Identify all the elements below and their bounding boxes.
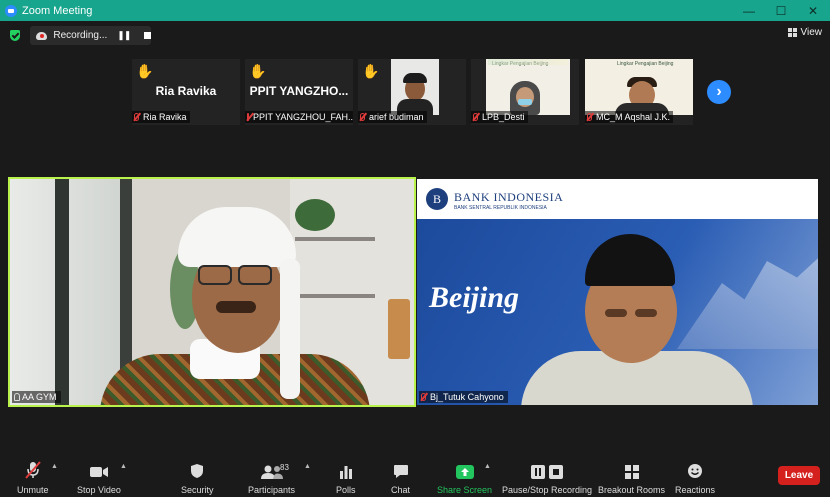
stop-video-button[interactable]: Stop Video	[77, 461, 121, 495]
participant-name-tag: AA GYM	[12, 391, 61, 403]
participant-thumbnail[interactable]: ✋ Ria Ravika Ria Ravika	[132, 59, 240, 125]
next-page-arrow-icon[interactable]: ›	[707, 80, 731, 104]
raised-hand-icon: ✋	[362, 63, 380, 79]
pause-stop-recording-icon	[531, 461, 564, 479]
view-label: View	[800, 27, 823, 38]
participants-count: 83	[280, 463, 289, 472]
recording-indicator: Recording... ❚❚	[30, 26, 151, 45]
stop-recording-icon[interactable]	[144, 32, 151, 39]
muted-mic-icon	[247, 113, 249, 121]
pause-recording-icon[interactable]: ❚❚	[117, 30, 131, 41]
participants-button[interactable]: 83 Participants	[248, 461, 295, 495]
pin-icon	[14, 393, 20, 401]
unmute-button[interactable]: Unmute	[17, 461, 49, 495]
participant-name-tag: Ria Ravika	[132, 111, 190, 123]
bank-logo-icon: B	[426, 188, 448, 210]
participant-video	[391, 59, 439, 115]
muted-mic-icon	[421, 393, 426, 401]
chat-bubble-icon	[393, 461, 409, 479]
breakout-rooms-button[interactable]: Breakout Rooms	[598, 461, 665, 495]
smiley-face-icon	[687, 461, 703, 479]
security-button[interactable]: Security	[181, 461, 214, 495]
participant-display-name: Ria Ravika	[155, 84, 217, 98]
grid-view-icon	[787, 28, 797, 37]
leave-button[interactable]: Leave	[778, 466, 820, 485]
participant-name-tag: PPIT YANGZHOU_FAH...	[245, 111, 353, 123]
pause-stop-recording-button[interactable]: Pause/Stop Recording	[502, 461, 592, 495]
zoom-logo-icon	[5, 4, 17, 17]
encryption-shield-icon[interactable]	[10, 30, 20, 41]
polls-icon	[339, 461, 353, 479]
title-bar: Zoom Meeting — ☐ ✕	[0, 0, 830, 21]
video-options-caret-icon[interactable]: ▲	[120, 463, 127, 470]
participant-name-tag: LPB_Desti	[471, 111, 528, 123]
participant-thumbnail[interactable]: Lingkar Pengajian Beijing LPB_Desti	[471, 59, 579, 125]
share-options-caret-icon[interactable]: ▲	[484, 463, 491, 470]
raised-hand-icon: ✋	[249, 63, 267, 79]
bank-name: BANK INDONESIA	[454, 190, 564, 204]
participant-thumbnail[interactable]: ✋ PPIT YANGZHO... PPIT YANGZHOU_FAH...	[245, 59, 353, 125]
reactions-button[interactable]: Reactions	[675, 461, 715, 495]
maximize-icon[interactable]: ☐	[764, 0, 798, 21]
speaker-video-tile[interactable]: AA GYM	[8, 177, 416, 407]
participant-thumbnail[interactable]: ✋ arief budiman	[358, 59, 466, 125]
participant-name-tag: MC_M Aqshal J.K.	[585, 111, 674, 123]
security-shield-icon	[190, 461, 204, 479]
raised-hand-icon: ✋	[136, 63, 154, 79]
minimize-icon[interactable]: —	[732, 0, 766, 21]
breakout-rooms-icon	[624, 461, 639, 479]
participant-video: Lingkar Pengajian Beijing	[585, 59, 693, 117]
participant-video-tile[interactable]: B BANK INDONESIA BANK SENTRAL REPUBLIK I…	[417, 179, 818, 405]
participant-display-name: PPIT YANGZHO...	[249, 84, 349, 98]
muted-mic-icon	[473, 113, 478, 121]
close-icon[interactable]: ✕	[796, 0, 830, 21]
city-banner-text: Beijing	[429, 281, 520, 314]
muted-mic-icon	[360, 113, 365, 121]
participant-video: Lingkar Pengajian Beijing	[486, 59, 570, 115]
view-button[interactable]: View	[787, 27, 823, 38]
participants-options-caret-icon[interactable]: ▲	[304, 463, 311, 470]
cloud-record-icon	[36, 31, 48, 40]
participant-name-tag: Bj_Tutuk Cahyono	[419, 391, 508, 403]
meeting-top-bar: Recording... ❚❚ View	[0, 21, 830, 49]
muted-mic-icon	[134, 113, 139, 121]
video-camera-icon	[89, 461, 109, 479]
meeting-toolbar: Unmute ▲ Stop Video ▲ Security 83 Partic…	[0, 455, 830, 497]
chat-button[interactable]: Chat	[391, 461, 410, 495]
participant-name-tag: arief budiman	[358, 111, 427, 123]
bank-subtitle: BANK SENTRAL REPUBLIK INDONESIA	[454, 205, 547, 211]
audio-options-caret-icon[interactable]: ▲	[51, 463, 58, 470]
share-screen-icon	[455, 461, 474, 479]
polls-button[interactable]: Polls	[336, 461, 356, 495]
recording-status: Recording...	[53, 30, 108, 41]
participant-thumbnail[interactable]: Lingkar Pengajian Beijing MC_M Aqshal J.…	[585, 59, 693, 125]
muted-mic-icon	[587, 113, 592, 121]
window-title: Zoom Meeting	[22, 4, 93, 17]
muted-microphone-icon	[24, 461, 41, 479]
